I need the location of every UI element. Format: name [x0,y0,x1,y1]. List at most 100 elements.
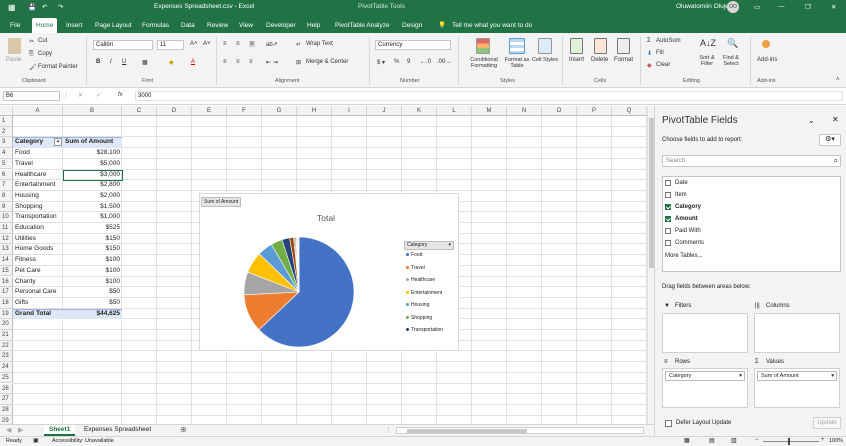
cut-button[interactable]: Cut [38,38,47,44]
paste-button[interactable]: Paste [6,57,21,63]
increase-decimal-icon[interactable]: ←.0 [420,59,431,65]
align-bottom-icon[interactable]: ≡ [249,41,255,47]
close-icon[interactable]: ✕ [831,3,836,11]
pivot-row-value[interactable]: $525 [65,223,120,234]
pivot-row-value[interactable]: $5,000 [65,159,120,170]
field-item-comments[interactable]: Comments [665,240,704,246]
redo-icon[interactable]: ↷ [58,3,63,11]
legend-entry[interactable]: Entertainment [406,290,442,296]
column-header[interactable]: D [157,106,192,116]
insert-button[interactable]: Insert [569,57,584,63]
indent-icon[interactable]: ⇤ ⇥ [266,59,278,66]
conditional-formatting-icon[interactable] [476,38,490,54]
row-header[interactable]: 28 [0,404,13,416]
column-header[interactable]: K [402,106,437,116]
paste-icon[interactable] [8,38,21,54]
cell-styles-button[interactable]: Cell Styles [532,57,558,63]
format-button[interactable]: Format [614,57,633,63]
row-header[interactable]: 8 [0,190,13,202]
row-header[interactable]: 11 [0,223,13,234]
eraser-icon[interactable]: ◆ [647,62,652,69]
pivot-row-value[interactable]: $100 [65,266,120,277]
vertical-scrollbar[interactable] [647,106,654,424]
delete-button[interactable]: Delete [591,57,608,63]
filter-dropdown-icon[interactable]: ▾ [54,138,62,147]
pivot-row-value[interactable]: $28,100 [65,148,121,159]
row-header[interactable]: 27 [0,394,13,405]
tab-file[interactable]: File [6,18,24,33]
column-header[interactable]: C [122,106,157,116]
zoom-slider-thumb[interactable] [788,438,790,445]
sigma-icon[interactable]: Σ [647,38,651,44]
tab-home[interactable]: Home [32,18,58,33]
tab-formulas[interactable]: Formulas [138,18,173,33]
pivot-row-value[interactable]: $2,800 [65,180,120,191]
fill-button[interactable]: Fill [656,50,664,56]
pivot-chart[interactable]: Sum of Amount Total Category ▾ Food Trave… [199,193,459,351]
pivot-row-label[interactable]: Utilities [15,234,61,245]
sheet-tab-expenses[interactable]: Expenses Spreadsheet [84,426,151,433]
defer-checkbox[interactable] [665,420,672,427]
column-header[interactable]: N [507,106,542,116]
search-field[interactable]: Search ⌕ [662,155,841,167]
align-middle-icon[interactable]: ≡ [236,41,240,47]
tab-page-layout[interactable]: Page Layout [91,18,136,33]
field-checkbox[interactable] [665,240,671,246]
cancel-icon[interactable]: ✕ [78,92,83,99]
normal-view-icon[interactable]: ▦ [684,437,690,444]
macro-icon[interactable]: ▣ [33,437,39,444]
page-break-icon[interactable]: ▥ [731,437,737,444]
conditional-formatting-button[interactable]: Conditional Formatting [463,57,505,69]
pivot-row-value[interactable]: $50 [65,298,120,309]
excel-menu-icon[interactable]: ▦ [8,3,16,12]
field-checkbox[interactable] [665,204,671,210]
pivot-header-amount[interactable]: Sum of Amount [65,137,120,148]
ribbon-display-icon[interactable]: ▭ [754,3,760,11]
align-right-icon[interactable]: ≡ [249,59,253,65]
column-header[interactable]: I [332,106,367,116]
pivot-row-label[interactable]: Gifts [15,298,61,309]
pivot-row-value[interactable]: $2,000 [65,191,120,202]
row-header[interactable]: 12 [0,233,13,245]
insert-cells-icon[interactable] [570,38,583,54]
filters-area[interactable] [662,313,748,353]
values-area[interactable]: Sum of Amount ▾ [754,368,840,408]
font-size-select[interactable]: 11 [157,40,184,50]
column-header[interactable]: A [13,106,63,116]
legend-entry[interactable]: Housing [406,302,429,308]
row-header[interactable]: 26 [0,383,13,395]
delete-cells-icon[interactable] [594,38,607,54]
new-sheet-icon[interactable]: ⊕ [180,425,187,434]
more-tables-link[interactable]: More Tables... [665,253,703,259]
field-item-category[interactable]: Category [665,204,701,210]
column-header[interactable]: B [63,106,122,116]
rows-field-chip[interactable]: Category ▾ [665,371,745,381]
pivot-row-value[interactable]: $50 [65,287,120,298]
field-checkbox[interactable] [665,216,671,222]
zoom-level[interactable]: 100% [829,438,843,444]
tab-help[interactable]: Help [303,18,324,33]
minimize-icon[interactable]: — [778,3,785,10]
pivot-row-value[interactable]: $1,000 [65,212,120,223]
row-header[interactable]: 16 [0,276,13,288]
field-item-item[interactable]: Item [665,192,687,198]
font-color-icon[interactable]: A [191,59,195,65]
accessibility-status[interactable]: Accessibility: Unavailable [52,438,114,444]
font-name-select[interactable]: Calibri [93,40,153,50]
copy-button[interactable]: Copy [38,51,52,57]
zoom-slider[interactable] [763,441,819,442]
pane-close-icon[interactable]: ✕ [832,115,839,124]
row-header[interactable]: 25 [0,372,13,384]
italic-icon[interactable]: I [110,59,112,65]
row-header[interactable]: 23 [0,351,13,363]
find-select-icon[interactable]: 🔍 [727,38,738,49]
row-header[interactable]: 24 [0,362,13,373]
align-center-icon[interactable]: ≡ [236,59,240,65]
format-as-table-button[interactable]: Format as Table [500,57,534,69]
column-header[interactable]: E [192,106,227,116]
format-painter-button[interactable]: Format Painter [38,64,78,70]
merge-center-button[interactable]: Merge & Center [306,59,348,65]
legend-entry[interactable]: Transportation [406,327,443,333]
horizontal-scrollbar[interactable] [396,427,644,434]
pivot-row-label[interactable]: Shopping [15,202,61,213]
